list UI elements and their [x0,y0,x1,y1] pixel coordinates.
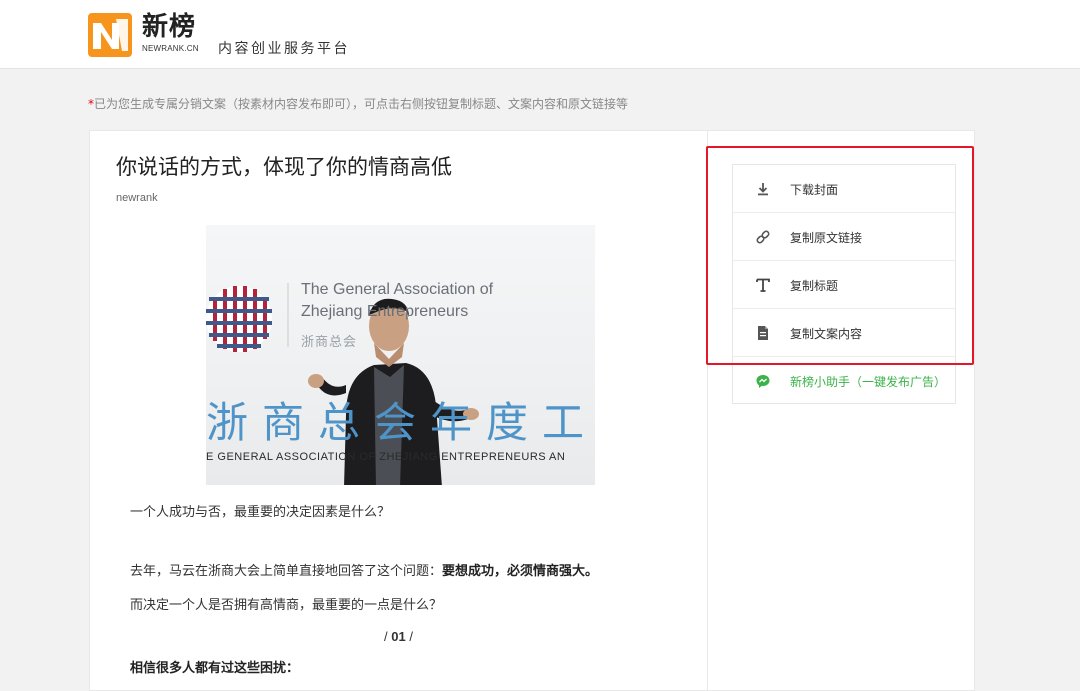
article-title: 你说话的方式，体现了你的情商高低 [116,155,452,179]
section-number: / 01 / [384,629,413,644]
copy-content-button[interactable]: 复制文案内容 [733,309,955,357]
article-panel: 你说话的方式，体现了你的情商高低 newrank The General Ass… [89,130,707,691]
section-number-value: 01 [391,629,406,644]
article-paragraph: 一个人成功与否，最重要的决定因素是什么？ [130,505,391,520]
logo-tagline: 内容创业服务平台 [218,41,350,57]
action-list: 下载封面 复制原文链接 复制标题 复制文案内容 新榜小助手（一键发布广告） [732,164,956,404]
banner-english-line1: The General Association of [301,281,494,298]
top-header: 新榜 NEWRANK.CN 内容创业服务平台 [0,0,1080,69]
banner-english-bottom: E GENERAL ASSOCIATION OF ZHEJIANG ENTREP… [206,451,566,463]
section-slash: / [405,629,413,644]
distribution-notice: *已为您生成专属分销文案（按素材内容发布即可），可点击右侧按钮复制标题、文案内容… [88,95,628,112]
paragraph-bold-text: 要想成功，必须情商强大。 [442,564,599,579]
article-paragraph: 去年，马云在浙商大会上简单直接地回答了这个问题：要想成功，必须情商强大。 [130,560,598,579]
action-label: 复制原文链接 [790,231,863,245]
newrank-logo-icon[interactable] [88,13,132,57]
action-label: 新榜小助手（一键发布广告） [790,375,947,389]
link-icon [756,230,770,244]
copy-original-link-button[interactable]: 复制原文链接 [733,213,955,261]
action-label: 复制标题 [790,279,839,293]
paragraph-text: 去年，马云在浙商大会上简单直接地回答了这个问题： [130,564,443,579]
document-icon [758,326,768,340]
logo-subtext: NEWRANK.CN [142,44,199,53]
banner-chinese-big: 浙商总会年度工 [206,398,595,447]
logo-name[interactable]: 新榜 [142,12,196,42]
chat-bubble-icon [756,375,770,388]
newrank-assistant-button[interactable]: 新榜小助手（一键发布广告） [733,357,955,405]
woven-emblem-logo [206,286,272,352]
article-author: newrank [116,192,158,204]
action-label: 下载封面 [790,183,839,197]
article-cover-image: The General Association of Zhejiang Entr… [206,225,595,485]
copy-title-button[interactable]: 复制标题 [733,261,955,309]
article-paragraph: 相信很多人都有过这些困扰： [130,661,300,676]
download-cover-button[interactable]: 下载封面 [733,165,955,213]
download-icon [758,183,768,196]
banner-english-line2: Zhejiang Entrepreneurs [301,303,469,320]
action-label: 复制文案内容 [790,327,863,341]
banner-chinese-small: 浙商总会 [301,335,358,350]
notice-text: 已为您生成专属分销文案（按素材内容发布即可），可点击右侧按钮复制标题、文案内容和… [94,97,629,111]
title-t-icon [756,278,770,292]
article-paragraph: 而决定一个人是否拥有高情商，最重要的一点是什么？ [130,598,443,613]
